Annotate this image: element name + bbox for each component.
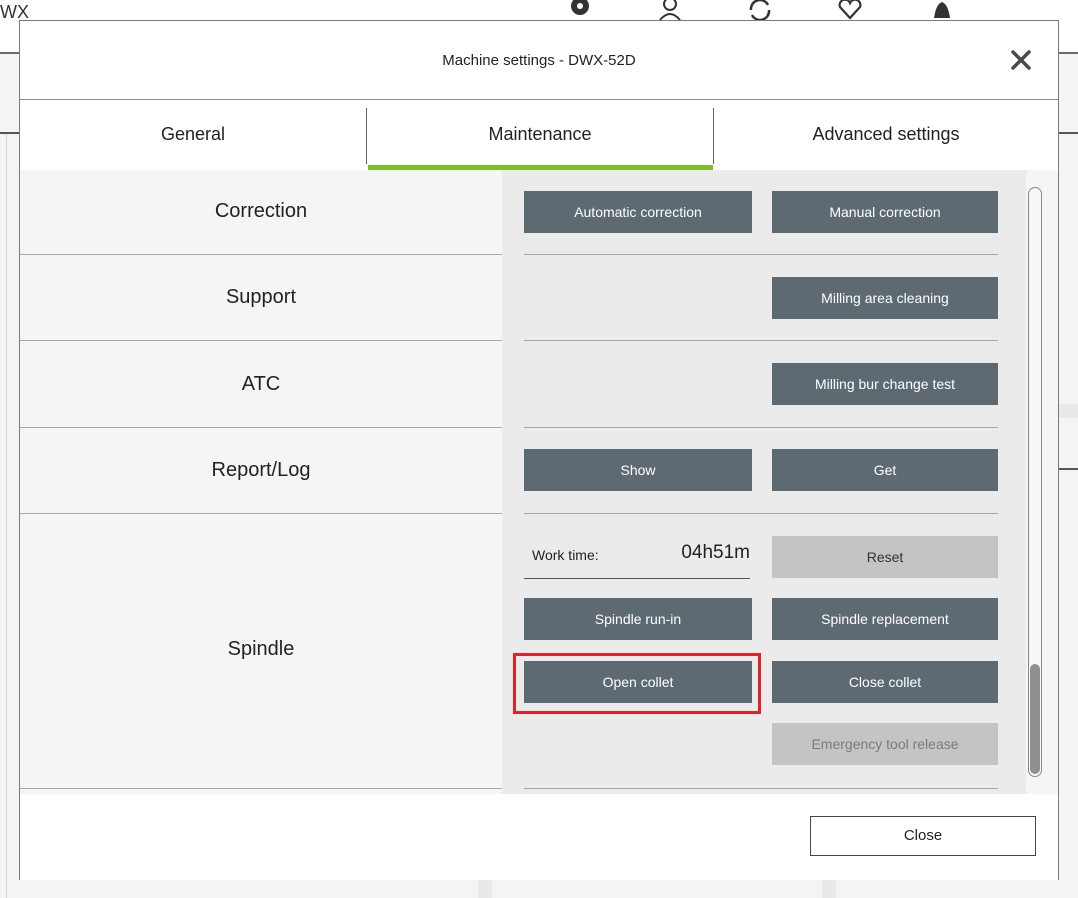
tab-bar: General Maintenance Advanced settings: [20, 100, 1058, 170]
row-divider: [524, 254, 998, 255]
close-icon[interactable]: [1006, 45, 1036, 75]
row-divider: [20, 427, 502, 428]
section-label-correction: Correction: [214, 200, 308, 222]
open-collet-highlight: [513, 653, 761, 714]
automatic-correction-button[interactable]: Automatic correction: [524, 191, 752, 233]
background-block: [478, 880, 492, 898]
row-divider: [20, 513, 502, 514]
show-report-button[interactable]: Show: [524, 449, 752, 491]
reset-work-time-button[interactable]: Reset: [772, 536, 998, 578]
maintenance-content: Correction Automatic correction Manual c…: [20, 170, 1058, 794]
row-divider: [524, 788, 998, 789]
close-collet-button[interactable]: Close collet: [772, 661, 998, 703]
milling-area-cleaning-button[interactable]: Milling area cleaning: [772, 277, 998, 319]
background-divider: [1056, 132, 1078, 134]
work-time-value: 04h51m: [681, 542, 750, 563]
section-label-spindle: Spindle: [227, 638, 295, 660]
scrollbar-thumb[interactable]: [1030, 664, 1040, 774]
row-divider: [524, 340, 998, 341]
close-button[interactable]: Close: [810, 816, 1036, 856]
row-divider: [20, 340, 502, 341]
spindle-run-in-button[interactable]: Spindle run-in: [524, 598, 752, 640]
dialog-title: Machine settings - DWX-52D: [442, 52, 636, 69]
work-time-display: Work time: 04h51m: [524, 534, 750, 579]
row-divider: [20, 254, 502, 255]
user-icon[interactable]: [656, 0, 684, 21]
bell-icon[interactable]: [928, 0, 956, 20]
refresh-icon[interactable]: [746, 0, 774, 22]
milling-bur-change-test-button[interactable]: Milling bur change test: [772, 363, 998, 405]
gear-icon[interactable]: [566, 0, 594, 20]
emergency-tool-release-button[interactable]: Emergency tool release: [772, 723, 998, 765]
row-divider: [524, 427, 998, 428]
section-label-report-log: Report/Log: [211, 459, 311, 481]
vertical-scrollbar[interactable]: [1028, 187, 1042, 777]
dialog-header: Machine settings - DWX-52D: [20, 21, 1058, 100]
tab-general[interactable]: General: [20, 100, 366, 170]
machine-settings-dialog: Machine settings - DWX-52D General Maint…: [19, 20, 1059, 880]
dialog-footer: Close: [20, 794, 1058, 880]
row-divider: [524, 513, 998, 514]
background-divider: [1056, 468, 1078, 470]
section-labels-column: [20, 170, 502, 794]
background-block: [1056, 404, 1078, 418]
background-divider: [6, 134, 7, 898]
section-label-support: Support: [225, 286, 297, 308]
manual-correction-button[interactable]: Manual correction: [772, 191, 998, 233]
background-block: [822, 880, 836, 898]
section-label-atc: ATC: [241, 373, 281, 395]
get-log-button[interactable]: Get: [772, 449, 998, 491]
tab-advanced-settings[interactable]: Advanced settings: [714, 100, 1058, 170]
spindle-replacement-button[interactable]: Spindle replacement: [772, 598, 998, 640]
row-divider: [20, 788, 502, 789]
work-time-label: Work time:: [532, 547, 599, 563]
tab-maintenance[interactable]: Maintenance: [367, 100, 713, 170]
heart-icon[interactable]: [836, 0, 864, 20]
